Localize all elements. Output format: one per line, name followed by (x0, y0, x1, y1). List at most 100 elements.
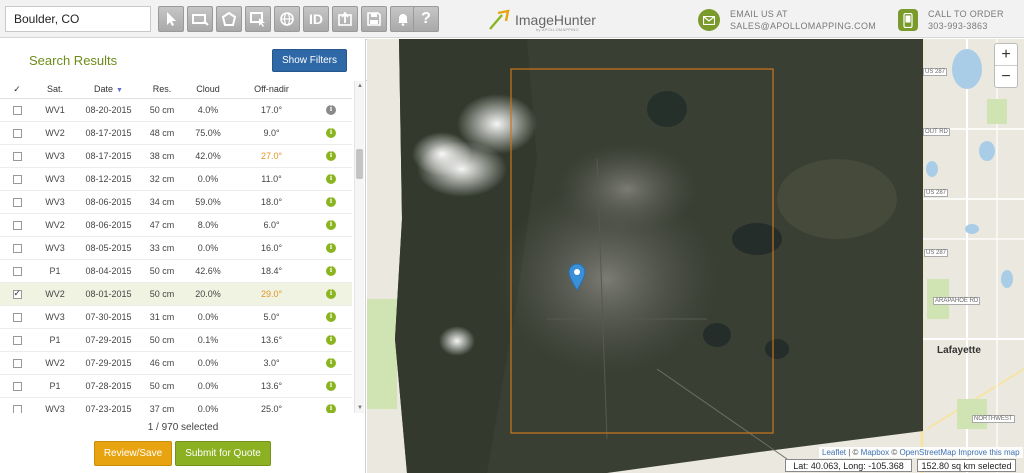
column-satellite[interactable]: Sat. (34, 81, 76, 99)
table-row[interactable]: WV208-01-201550 cm20.0%29.0° (0, 282, 352, 306)
row-checkbox[interactable] (12, 174, 22, 184)
row-checkbox-cell[interactable] (0, 167, 34, 191)
row-info-cell[interactable] (310, 305, 352, 329)
phone-number[interactable]: 303-993-3863 (928, 20, 1004, 32)
info-icon[interactable] (326, 127, 336, 138)
row-checkbox-cell[interactable] (0, 213, 34, 237)
row-info-cell[interactable] (310, 121, 352, 145)
row-info-cell[interactable] (310, 259, 352, 283)
email-address[interactable]: SALES@APOLLOMAPPING.COM (730, 20, 876, 32)
osm-link[interactable]: OpenStreetMap (899, 448, 955, 457)
row-checkbox[interactable] (12, 312, 22, 322)
improve-map-link[interactable]: Improve this map (956, 448, 1019, 457)
row-checkbox-cell[interactable] (0, 144, 34, 168)
table-row[interactable]: P1 08-04-2015 50 cm 42.6% 18.4° (0, 259, 352, 283)
row-checkbox[interactable] (12, 128, 22, 138)
row-info-cell[interactable] (310, 397, 352, 413)
table-row[interactable]: WV2 08-06-2015 47 cm 8.0% 6.0° (0, 213, 352, 237)
save-tool-button[interactable] (361, 6, 387, 32)
info-icon[interactable] (326, 357, 336, 368)
upload-tool-button[interactable] (332, 6, 358, 32)
row-info-cell[interactable] (310, 167, 352, 191)
email-contact[interactable]: EMAIL US AT SALES@APOLLOMAPPING.COM (698, 8, 876, 32)
row-checkbox[interactable] (12, 358, 22, 368)
info-icon[interactable] (326, 104, 336, 115)
row-checkbox-cell[interactable] (0, 121, 34, 145)
table-row[interactable]: WV2 08-17-2015 48 cm 75.0% 9.0° (0, 121, 352, 145)
info-icon[interactable] (326, 219, 336, 230)
globe-tool-button[interactable] (274, 6, 300, 32)
table-row[interactable]: WV2 07-29-2015 46 cm 0.0% 3.0° (0, 351, 352, 375)
row-checkbox-cell[interactable] (0, 236, 34, 260)
row-info-cell[interactable] (310, 328, 352, 352)
row-info-cell[interactable] (310, 144, 352, 168)
row-checkbox[interactable] (12, 220, 22, 230)
zoom-in-button[interactable]: + (995, 44, 1017, 66)
zoom-out-button[interactable]: − (995, 66, 1017, 88)
show-filters-button[interactable]: Show Filters (272, 49, 347, 72)
info-icon[interactable] (326, 403, 336, 413)
column-select[interactable]: ✓ (0, 81, 34, 99)
info-icon[interactable] (326, 311, 336, 322)
scrollbar-thumb[interactable] (356, 149, 363, 179)
info-icon[interactable] (326, 265, 336, 276)
row-info-cell[interactable] (310, 282, 352, 306)
row-checkbox-cell[interactable] (0, 282, 34, 306)
info-icon[interactable] (326, 150, 336, 161)
table-row[interactable]: WV3 08-12-2015 32 cm 0.0% 11.0° (0, 167, 352, 191)
map-view[interactable]: US 287 OUT RD US 287 US 287 ARAPAHOE RD … (367, 39, 1024, 473)
mapbox-link[interactable]: Mapbox (861, 448, 889, 457)
row-checkbox-cell[interactable] (0, 374, 34, 398)
location-search-input[interactable] (5, 6, 151, 32)
table-row[interactable]: WV3 08-05-2015 33 cm 0.0% 16.0° (0, 236, 352, 260)
row-info-cell[interactable] (310, 374, 352, 398)
row-info-cell[interactable] (310, 351, 352, 375)
row-checkbox[interactable] (12, 243, 22, 253)
info-icon[interactable] (326, 173, 336, 184)
submit-quote-button[interactable]: Submit for Quote (175, 441, 271, 466)
table-row[interactable]: WV1 08-20-2015 50 cm 4.0% 17.0° (0, 98, 352, 122)
row-info-cell[interactable] (310, 236, 352, 260)
rectangle-tool-button[interactable] (187, 6, 213, 32)
row-info-cell[interactable] (310, 213, 352, 237)
phone-contact[interactable]: CALL TO ORDER 303-993-3863 (898, 8, 1004, 32)
review-save-button[interactable]: Review/Save (94, 441, 172, 466)
select-area-tool-button[interactable] (245, 6, 271, 32)
info-icon[interactable] (326, 242, 336, 253)
row-checkbox-cell[interactable] (0, 305, 34, 329)
row-checkbox-cell[interactable] (0, 190, 34, 214)
row-checkbox[interactable] (12, 151, 22, 161)
row-checkbox-cell[interactable] (0, 397, 34, 413)
row-checkbox[interactable] (12, 105, 22, 115)
scroll-up-icon[interactable]: ▲ (355, 81, 365, 91)
info-icon[interactable] (326, 380, 336, 391)
table-row[interactable]: WV3 07-23-2015 37 cm 0.0% 25.0° (0, 397, 352, 413)
help-tool-button[interactable]: ? (413, 6, 439, 32)
polygon-tool-button[interactable] (216, 6, 242, 32)
column-off-nadir[interactable]: Off-nadir (233, 81, 310, 99)
info-icon[interactable] (326, 288, 336, 299)
leaflet-link[interactable]: Leaflet (822, 448, 846, 457)
row-checkbox-cell[interactable] (0, 351, 34, 375)
row-checkbox-cell[interactable] (0, 98, 34, 122)
table-row[interactable]: P1 07-28-2015 50 cm 0.0% 13.6° (0, 374, 352, 398)
row-checkbox[interactable] (12, 381, 22, 391)
info-icon[interactable] (326, 196, 336, 207)
results-scrollbar[interactable]: ▲ ▼ (354, 81, 364, 413)
id-tool-button[interactable]: ID (303, 6, 329, 32)
row-checkbox[interactable] (12, 266, 22, 276)
row-checkbox[interactable] (12, 197, 22, 207)
row-checkbox-cell[interactable] (0, 328, 34, 352)
info-icon[interactable] (326, 334, 336, 345)
table-row[interactable]: WV3 08-17-2015 38 cm 42.0% 27.0° (0, 144, 352, 168)
table-row[interactable]: WV3 07-30-2015 31 cm 0.0% 5.0° (0, 305, 352, 329)
row-info-cell[interactable] (310, 98, 352, 122)
column-cloud[interactable]: Cloud (183, 81, 233, 99)
row-checkbox[interactable] (12, 335, 22, 345)
column-resolution[interactable]: Res. (141, 81, 183, 99)
table-row[interactable]: WV3 08-06-2015 34 cm 59.0% 18.0° (0, 190, 352, 214)
pointer-tool-button[interactable] (158, 6, 184, 32)
row-info-cell[interactable] (310, 190, 352, 214)
row-checkbox-cell[interactable] (0, 259, 34, 283)
row-checkbox[interactable] (12, 404, 22, 413)
